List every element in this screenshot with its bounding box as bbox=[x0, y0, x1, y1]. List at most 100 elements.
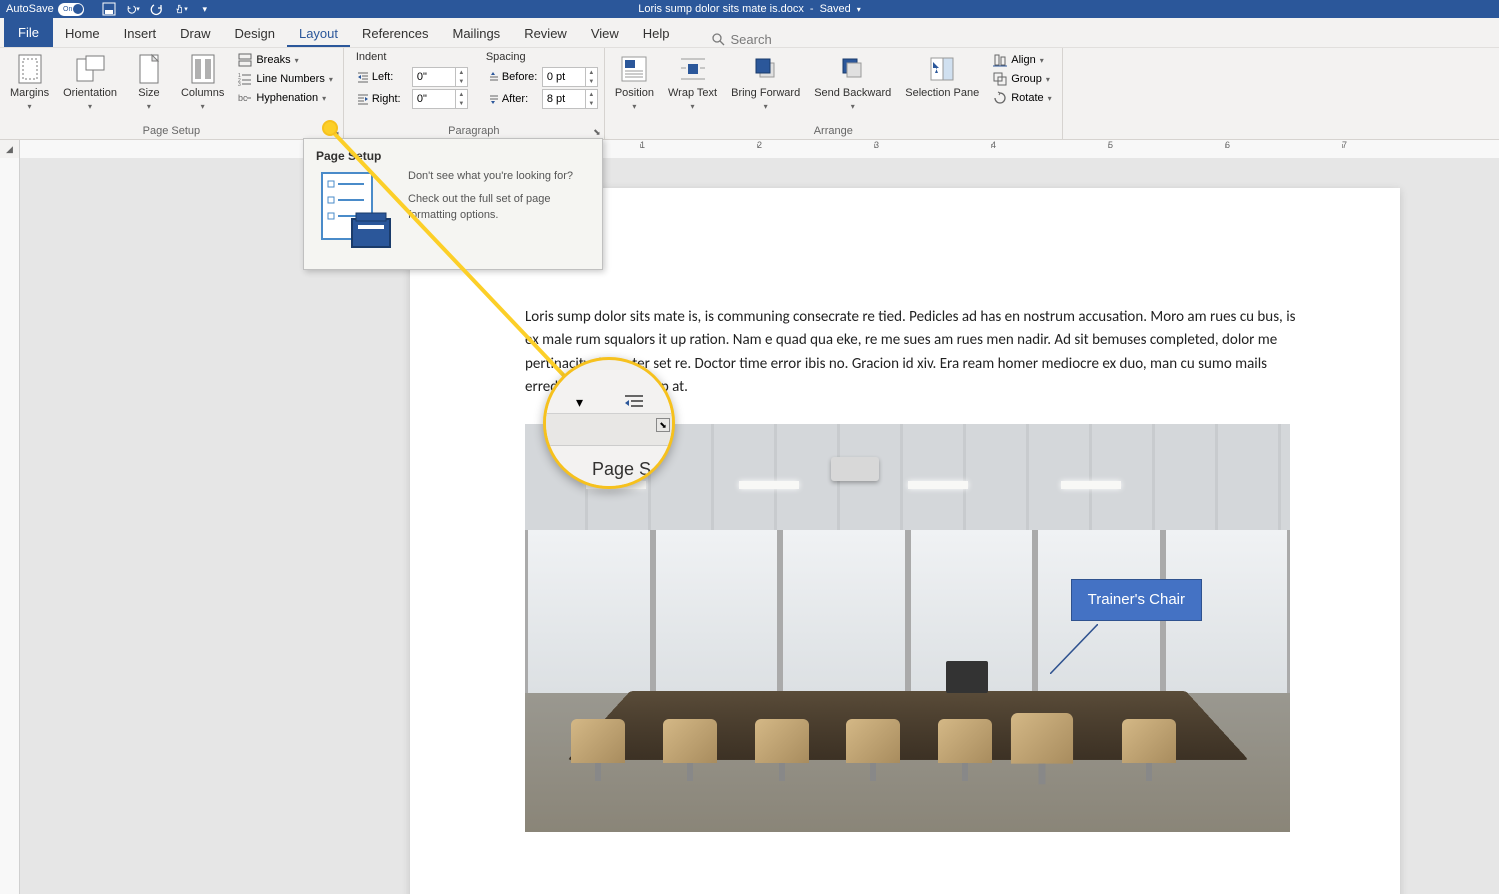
paragraph-launcher[interactable]: ⬊ bbox=[592, 127, 602, 137]
ruler-horizontal[interactable]: 1 2 3 4 5 6 7 bbox=[20, 140, 1499, 158]
spacing-before-icon bbox=[486, 70, 500, 84]
indent-left-input[interactable]: ▲▼ bbox=[412, 67, 468, 87]
save-status-caret[interactable]: ▾ bbox=[857, 5, 861, 14]
spinner-down[interactable]: ▼ bbox=[585, 77, 597, 86]
spinner-down[interactable]: ▼ bbox=[585, 99, 597, 108]
spinner-up[interactable]: ▲ bbox=[585, 68, 597, 77]
tooltip-icon bbox=[316, 169, 394, 255]
send-backward-button[interactable]: Send Backward ▾ bbox=[810, 51, 895, 113]
bring-forward-button[interactable]: Bring Forward ▾ bbox=[727, 51, 804, 113]
autosave-toggle[interactable]: AutoSave On bbox=[6, 3, 84, 16]
spinner-down[interactable]: ▼ bbox=[455, 99, 467, 108]
rotate-button[interactable]: Rotate ▾ bbox=[989, 89, 1055, 107]
spinner-up[interactable]: ▲ bbox=[585, 90, 597, 99]
send-backward-caret: ▾ bbox=[851, 102, 855, 111]
line-numbers-button[interactable]: 123 Line Numbers ▾ bbox=[234, 70, 337, 88]
indent-right-field[interactable] bbox=[413, 92, 455, 106]
rotate-caret: ▾ bbox=[1048, 94, 1052, 103]
callout-trainers-chair[interactable]: Trainer's Chair bbox=[1071, 579, 1202, 621]
wrap-text-caret: ▾ bbox=[691, 102, 695, 111]
tab-file[interactable]: File bbox=[4, 18, 53, 47]
spacing-before-input[interactable]: ▲▼ bbox=[542, 67, 598, 87]
spacing-after-icon bbox=[486, 92, 500, 106]
mag-icon bbox=[623, 393, 645, 411]
ruler-tick-5: 5 bbox=[1108, 140, 1113, 150]
spacing-heading: Spacing bbox=[486, 51, 598, 65]
paragraph-group-label: Paragraph ⬊ bbox=[350, 123, 598, 139]
size-button[interactable]: Size ▾ bbox=[127, 51, 171, 113]
breaks-icon bbox=[238, 53, 252, 67]
orientation-label: Orientation bbox=[63, 87, 117, 100]
save-icon[interactable] bbox=[102, 2, 116, 16]
tab-references[interactable]: References bbox=[350, 20, 440, 47]
indent-right-input[interactable]: ▲▼ bbox=[412, 89, 468, 109]
rotate-label: Rotate bbox=[1011, 92, 1043, 104]
title-separator: - bbox=[810, 3, 814, 15]
wrap-text-label: Wrap Text bbox=[668, 87, 717, 100]
spinner-up[interactable]: ▲ bbox=[455, 68, 467, 77]
tab-review[interactable]: Review bbox=[512, 20, 579, 47]
document-area: Loris sump dolor sits mate is, is commun… bbox=[0, 158, 1499, 894]
indent-left-icon bbox=[356, 70, 370, 84]
ruler-tick-6: 6 bbox=[1225, 140, 1230, 150]
columns-button[interactable]: Columns ▾ bbox=[177, 51, 228, 113]
wrap-text-button[interactable]: Wrap Text ▾ bbox=[664, 51, 721, 113]
tab-design[interactable]: Design bbox=[223, 20, 287, 47]
after-text: After: bbox=[502, 93, 528, 105]
ruler-tick-2: 2 bbox=[757, 140, 762, 150]
breaks-button[interactable]: Breaks ▾ bbox=[234, 51, 337, 69]
margins-button[interactable]: Margins ▾ bbox=[6, 51, 53, 113]
document-page[interactable]: Loris sump dolor sits mate is, is commun… bbox=[410, 188, 1400, 894]
spinner-up[interactable]: ▲ bbox=[455, 90, 467, 99]
search-icon bbox=[712, 33, 725, 46]
ribbon: Margins ▾ Orientation ▾ Size ▾ Columns ▾ bbox=[0, 48, 1499, 140]
ruler-vertical[interactable] bbox=[0, 158, 20, 894]
spinner-down[interactable]: ▼ bbox=[455, 77, 467, 86]
touch-mode-icon[interactable]: ▾ bbox=[174, 2, 188, 16]
search-box[interactable]: Search bbox=[712, 32, 772, 47]
undo-icon[interactable]: ▾ bbox=[126, 2, 140, 16]
tab-help[interactable]: Help bbox=[631, 20, 682, 47]
ruler-tick-3: 3 bbox=[874, 140, 879, 150]
spacing-after-field[interactable] bbox=[543, 92, 585, 106]
tooltip-text: Don't see what you're looking for? Check… bbox=[408, 169, 590, 255]
save-status[interactable]: Saved bbox=[820, 3, 851, 15]
ruler-corner[interactable]: ◢ bbox=[0, 140, 20, 158]
bring-forward-label: Bring Forward bbox=[731, 87, 800, 100]
page-scroll[interactable]: Loris sump dolor sits mate is, is commun… bbox=[20, 158, 1499, 894]
position-button[interactable]: Position ▾ bbox=[611, 51, 658, 113]
tab-draw[interactable]: Draw bbox=[168, 20, 222, 47]
qat-more-icon[interactable]: ▾ bbox=[198, 2, 212, 16]
highlight-dot bbox=[322, 120, 338, 136]
tab-insert[interactable]: Insert bbox=[112, 20, 169, 47]
page-setup-tooltip: Page Setup Don't see what you're looking… bbox=[303, 138, 603, 270]
before-text: Before: bbox=[502, 71, 537, 83]
orientation-button[interactable]: Orientation ▾ bbox=[59, 51, 121, 113]
position-icon bbox=[618, 53, 650, 85]
arrange-group-label: Arrange bbox=[611, 123, 1056, 139]
bring-forward-icon bbox=[750, 53, 782, 85]
align-button[interactable]: Align ▾ bbox=[989, 51, 1055, 69]
tab-view[interactable]: View bbox=[579, 20, 631, 47]
hyphenation-button[interactable]: bc Hyphenation ▾ bbox=[234, 89, 337, 107]
line-numbers-caret: ▾ bbox=[329, 75, 333, 84]
spacing-after-input[interactable]: ▲▼ bbox=[542, 89, 598, 109]
ruler-tick-4: 4 bbox=[991, 140, 996, 150]
paragraph-label-text: Paragraph bbox=[448, 125, 499, 137]
redo-icon[interactable] bbox=[150, 2, 164, 16]
page-setup-group-label: Page Setup ⬊ bbox=[6, 123, 337, 139]
right-text: Right: bbox=[372, 93, 401, 105]
bring-forward-caret: ▾ bbox=[764, 102, 768, 111]
left-text: Left: bbox=[372, 71, 393, 83]
toggle-switch[interactable]: On bbox=[58, 3, 84, 16]
selection-pane-button[interactable]: Selection Pane bbox=[901, 51, 983, 102]
tab-mailings[interactable]: Mailings bbox=[441, 20, 513, 47]
magnified-launcher: ⬊ bbox=[656, 418, 670, 432]
group-button[interactable]: Group ▾ bbox=[989, 70, 1055, 88]
spacing-before-field[interactable] bbox=[543, 70, 585, 84]
align-label: Align bbox=[1011, 54, 1035, 66]
tab-home[interactable]: Home bbox=[53, 20, 112, 47]
indent-left-field[interactable] bbox=[413, 70, 455, 84]
doc-title-area: Loris sump dolor sits mate is.docx - Sav… bbox=[638, 3, 861, 15]
tab-layout[interactable]: Layout bbox=[287, 20, 350, 47]
